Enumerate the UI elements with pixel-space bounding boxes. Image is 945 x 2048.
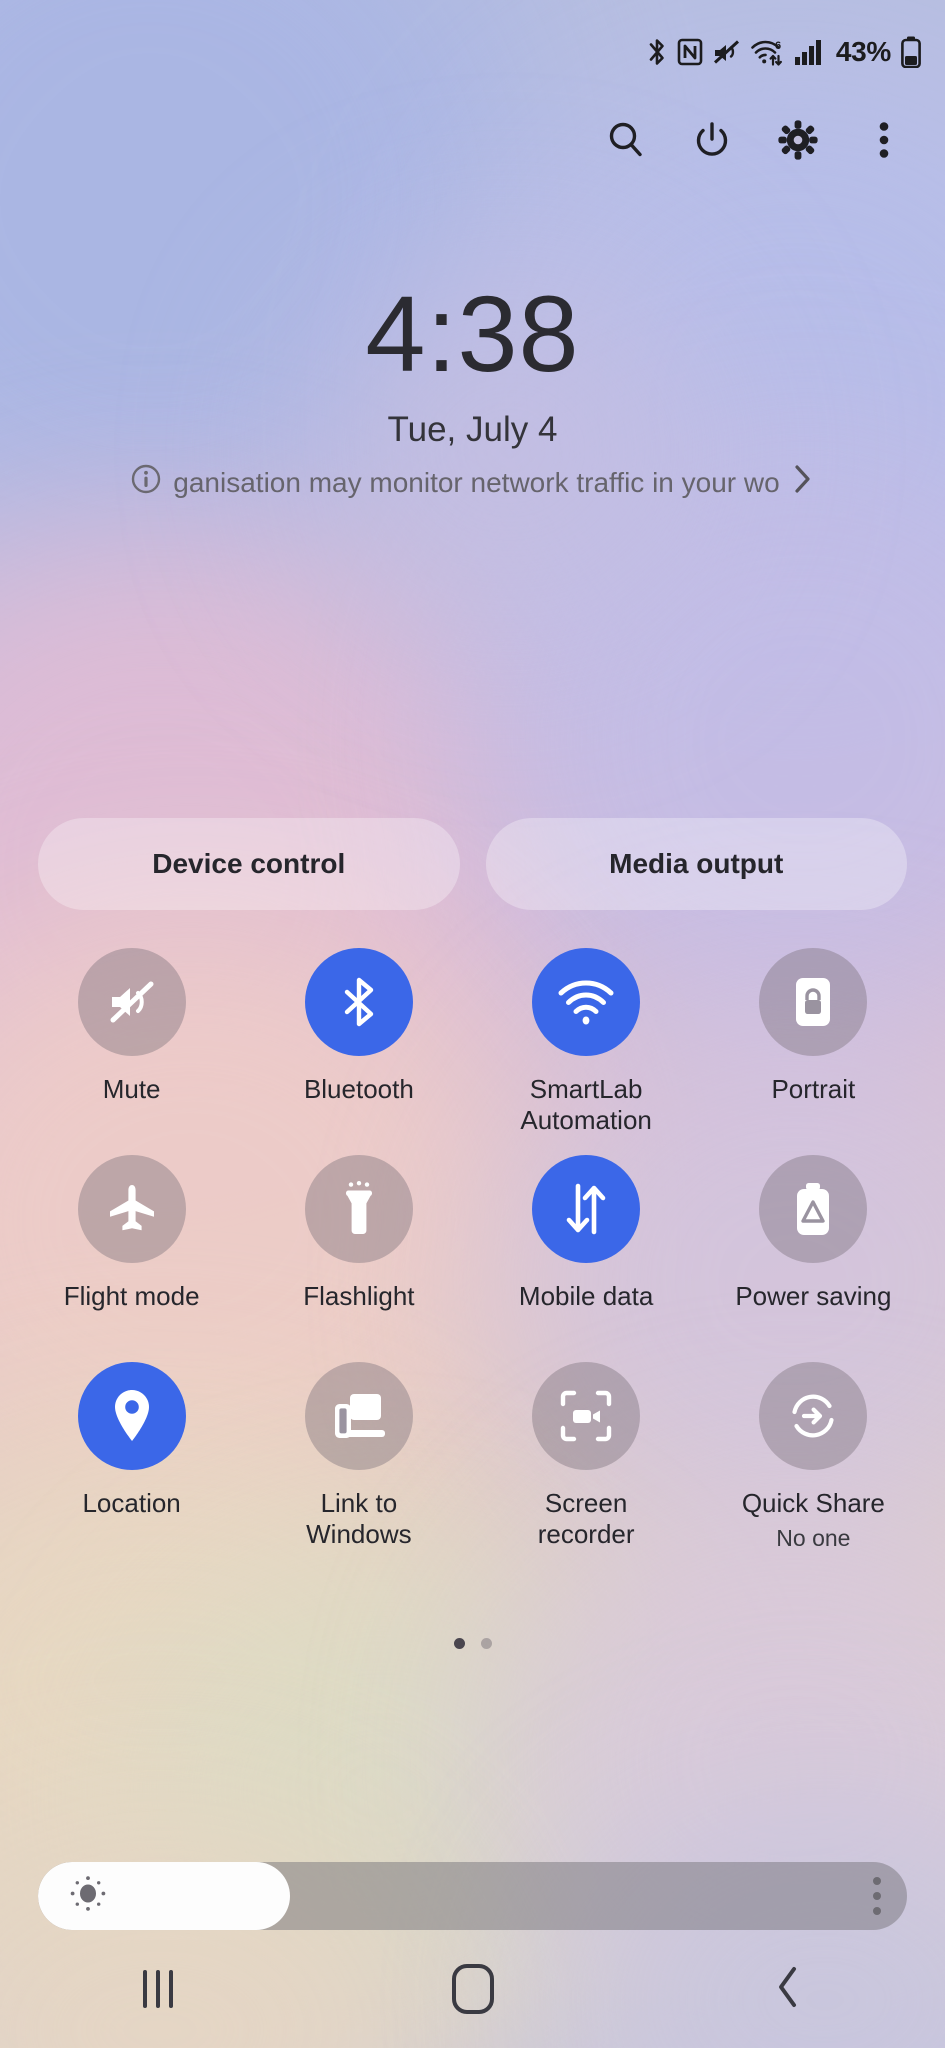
toggle-label: Flight mode bbox=[63, 1281, 200, 1311]
search-icon[interactable] bbox=[583, 104, 669, 176]
toggle-icon-container[interactable] bbox=[759, 1155, 868, 1263]
toggle-icon-container[interactable] bbox=[532, 1155, 641, 1263]
toggle-label: Bluetooth bbox=[303, 1074, 414, 1104]
header-action-bar bbox=[0, 104, 945, 176]
toggle-label: Screen recorder bbox=[537, 1488, 635, 1549]
wifi-icon bbox=[557, 976, 615, 1028]
toggle-label: Location bbox=[82, 1488, 181, 1518]
screen-recorder-icon bbox=[558, 1388, 614, 1444]
toggle-icon-container[interactable] bbox=[77, 948, 186, 1056]
toggle-label: SmartLab Automation bbox=[520, 1074, 652, 1135]
recents-button[interactable] bbox=[58, 1930, 258, 2048]
signal-bars-icon bbox=[794, 38, 824, 66]
page-dot-1[interactable] bbox=[453, 1638, 465, 1649]
brightness-overflow-menu-icon[interactable] bbox=[873, 1877, 881, 1915]
clock-block: 4:38 Tue, July 4 ganisation may monitor … bbox=[0, 280, 945, 502]
toggle-label: Link to Windows bbox=[306, 1488, 412, 1549]
mute-icon bbox=[712, 38, 742, 66]
clock-time[interactable]: 4:38 bbox=[0, 280, 945, 388]
toggle-label: Flashlight bbox=[303, 1281, 415, 1311]
bluetooth-icon bbox=[646, 37, 668, 67]
volume-mute-icon bbox=[104, 974, 160, 1030]
location-pin-icon bbox=[109, 1387, 155, 1445]
quick-settings-grid: Mute Bluetooth SmartLab Automation Portr… bbox=[0, 948, 945, 1569]
home-icon bbox=[451, 1964, 494, 2014]
toggle-label: Mute bbox=[102, 1074, 161, 1104]
toggle-label: Quick Share bbox=[741, 1488, 885, 1518]
quick-action-pills: Device control Media output bbox=[0, 818, 945, 910]
toggle-bluetooth[interactable]: Bluetooth bbox=[245, 948, 472, 1155]
status-bar: 6 43% bbox=[0, 0, 945, 104]
recents-icon bbox=[142, 1970, 173, 2008]
toggle-icon-container[interactable] bbox=[304, 1155, 413, 1263]
page-indicator bbox=[0, 1638, 945, 1649]
power-icon[interactable] bbox=[669, 104, 755, 176]
notice-text: ganisation may monitor network traffic i… bbox=[173, 466, 780, 498]
toggle-icon-container[interactable] bbox=[77, 1155, 186, 1263]
battery-icon bbox=[901, 36, 921, 68]
media-output-button[interactable]: Media output bbox=[485, 818, 907, 910]
page-dot-2[interactable] bbox=[480, 1638, 492, 1649]
toggle-power-saving[interactable]: Power saving bbox=[700, 1155, 927, 1362]
bluetooth-icon bbox=[331, 974, 387, 1030]
toggle-label: Portrait bbox=[771, 1074, 856, 1104]
nfc-icon bbox=[677, 38, 703, 66]
toggle-quick-share[interactable]: Quick Share No one bbox=[700, 1362, 927, 1569]
toggle-mobile-data[interactable]: Mobile data bbox=[473, 1155, 700, 1362]
back-button[interactable] bbox=[688, 1930, 888, 2048]
toggle-flight-mode[interactable]: Flight mode bbox=[18, 1155, 245, 1362]
battery-percentage: 43% bbox=[835, 36, 891, 67]
clock-date[interactable]: Tue, July 4 bbox=[0, 410, 945, 450]
toggle-link-to-windows[interactable]: Link to Windows bbox=[245, 1362, 472, 1569]
toggle-icon-container[interactable] bbox=[304, 948, 413, 1056]
home-button[interactable] bbox=[373, 1930, 573, 2048]
toggle-flashlight[interactable]: Flashlight bbox=[245, 1155, 472, 1362]
toggle-icon-container[interactable] bbox=[532, 1362, 641, 1470]
rotation-lock-icon bbox=[787, 974, 839, 1030]
quick-settings-panel: 6 43% 4:38 Tue, July 4 ganisation may mo… bbox=[0, 0, 945, 2048]
info-icon bbox=[131, 464, 161, 501]
chevron-right-icon bbox=[792, 463, 814, 502]
toggle-icon-container[interactable] bbox=[759, 948, 868, 1056]
power-saving-icon bbox=[791, 1181, 835, 1237]
brightness-sun-icon bbox=[68, 1874, 108, 1919]
link-to-windows-icon bbox=[331, 1390, 387, 1442]
navigation-bar bbox=[0, 1930, 945, 2048]
toggle-smartlab-automation[interactable]: SmartLab Automation bbox=[473, 948, 700, 1155]
toggle-label: Mobile data bbox=[518, 1281, 654, 1311]
toggle-portrait[interactable]: Portrait bbox=[700, 948, 927, 1155]
wifi-6-icon: 6 bbox=[751, 37, 785, 67]
quick-share-icon bbox=[785, 1388, 841, 1444]
settings-gear-icon[interactable] bbox=[755, 104, 841, 176]
mobile-data-icon bbox=[559, 1181, 613, 1237]
toggle-location[interactable]: Location bbox=[18, 1362, 245, 1569]
svg-text:6: 6 bbox=[775, 40, 781, 52]
toggle-sublabel: No one bbox=[776, 1524, 851, 1551]
device-management-notice[interactable]: ganisation may monitor network traffic i… bbox=[0, 463, 945, 502]
flashlight-icon bbox=[334, 1181, 384, 1237]
device-control-button[interactable]: Device control bbox=[38, 818, 460, 910]
toggle-icon-container[interactable] bbox=[759, 1362, 868, 1470]
toggle-icon-container[interactable] bbox=[304, 1362, 413, 1470]
toggle-screen-recorder[interactable]: Screen recorder bbox=[473, 1362, 700, 1569]
toggle-icon-container[interactable] bbox=[532, 948, 641, 1056]
toggle-icon-container[interactable] bbox=[77, 1362, 186, 1470]
airplane-icon bbox=[104, 1181, 160, 1237]
toggle-label: Power saving bbox=[735, 1281, 892, 1311]
back-chevron-icon bbox=[773, 1964, 803, 2015]
brightness-slider[interactable] bbox=[38, 1862, 907, 1930]
overflow-menu-icon[interactable] bbox=[841, 104, 927, 176]
toggle-mute[interactable]: Mute bbox=[18, 948, 245, 1155]
